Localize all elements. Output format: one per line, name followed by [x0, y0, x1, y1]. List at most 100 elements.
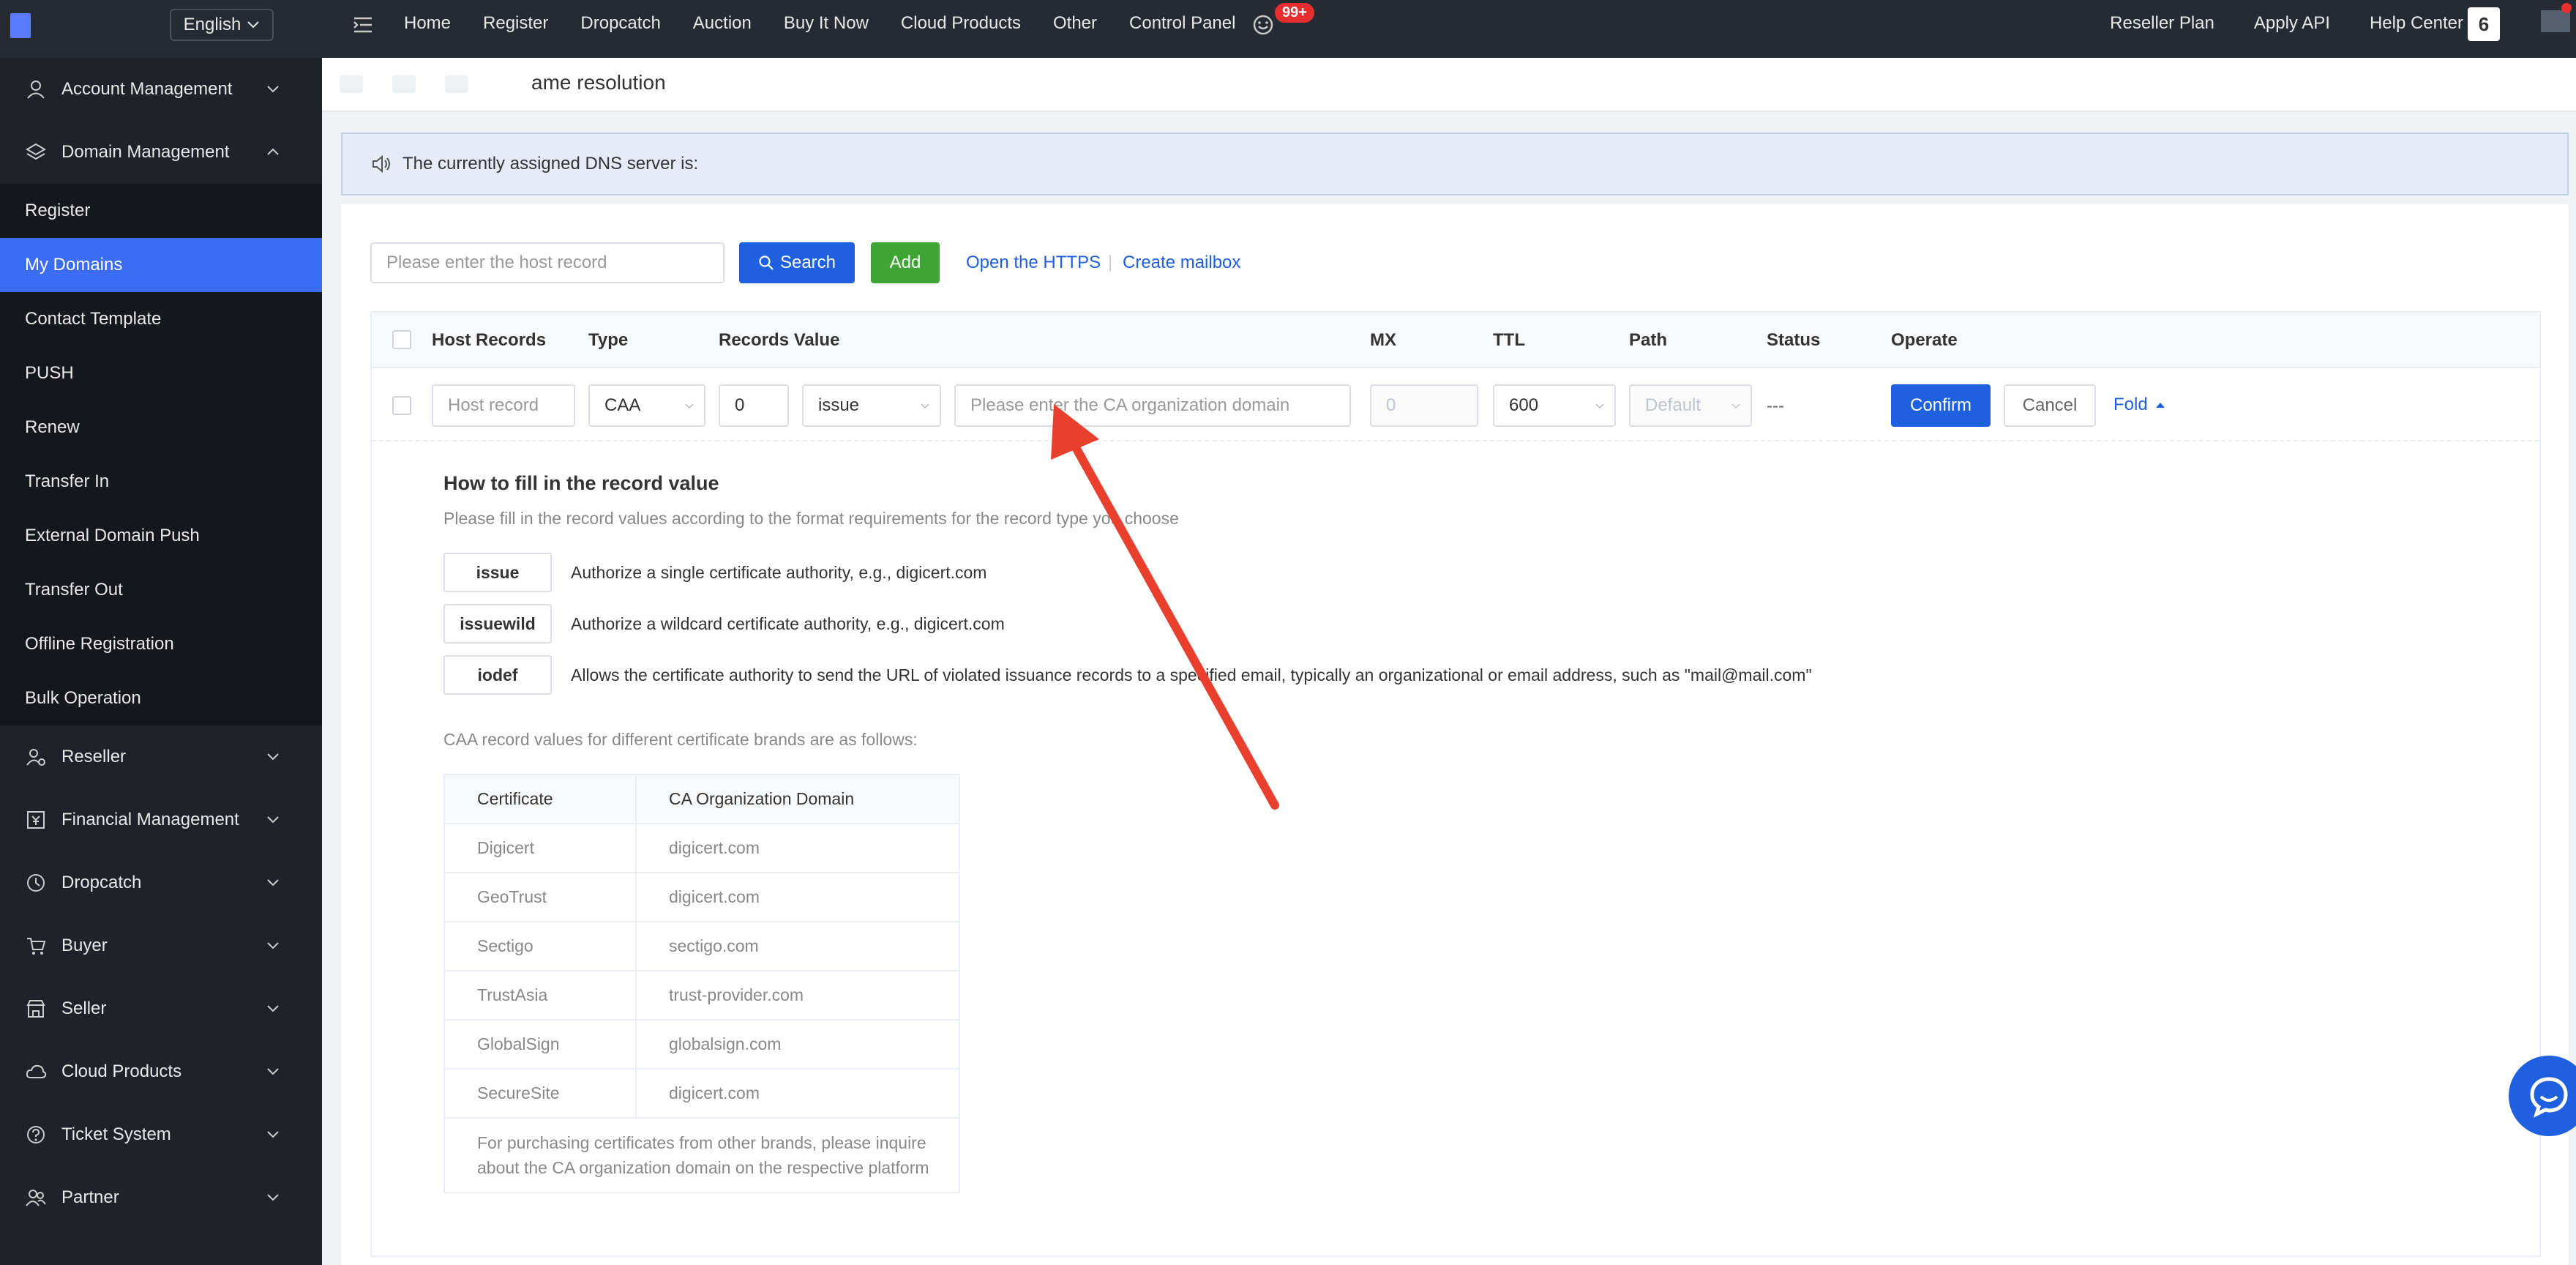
host-record-input[interactable]: Host record — [432, 384, 575, 427]
finance-icon — [25, 809, 47, 831]
brand-table-note: For purchasing certificates from other b… — [477, 1133, 929, 1177]
sidebar-group-label: Domain Management — [61, 142, 230, 162]
open-https-link[interactable]: Open the HTTPS — [966, 253, 1101, 273]
nav-register[interactable]: Register — [483, 13, 548, 34]
option-issue: issue Authorize a single certificate aut… — [443, 553, 2346, 592]
col-status: Status — [1767, 330, 1821, 350]
sidebar-group-account-management[interactable]: Account Management — [0, 58, 322, 121]
brand-name: SecureSite — [445, 1070, 637, 1117]
brand-name: Sectigo — [445, 922, 637, 970]
help-subtitle: Please fill in the record values accordi… — [443, 509, 1179, 528]
nav-auction[interactable]: Auction — [693, 13, 752, 34]
table-row: GeoTrust digicert.com — [445, 873, 959, 922]
nav-help-center[interactable]: Help Center — [2370, 13, 2463, 34]
cancel-button[interactable]: Cancel — [2004, 384, 2096, 427]
brand-domain: globalsign.com — [669, 1034, 782, 1053]
caa-flag-input[interactable]: 0 — [719, 384, 789, 427]
table-header: Host Records Type Records Value MX TTL P… — [372, 313, 2539, 368]
sidebar-group-seller[interactable]: Seller — [0, 977, 322, 1040]
col-operate: Operate — [1891, 330, 1958, 350]
main-content: ame resolution The currently assigned DN… — [322, 58, 2576, 1265]
search-button[interactable]: Search — [739, 242, 855, 283]
row-checkbox[interactable] — [392, 396, 411, 415]
create-mailbox-link[interactable]: Create mailbox — [1123, 253, 1240, 273]
caa-tag-select-value: issue — [818, 395, 860, 415]
sidebar-group-label: Financial Management — [61, 810, 239, 829]
logo[interactable] — [10, 13, 31, 38]
sidebar-group-cloud-products[interactable]: Cloud Products — [0, 1040, 322, 1103]
table-row: Digicert digicert.com — [445, 824, 959, 873]
brand-table-header: Certificate CA Organization Domain — [445, 775, 959, 824]
ttl-select-value: 600 — [1509, 395, 1539, 415]
option-desc: Authorize a single certificate authority… — [571, 563, 987, 582]
sidebar-item-renew[interactable]: Renew — [0, 400, 322, 455]
breadcrumb-blur — [445, 75, 468, 93]
sidebar-item-offline-registration[interactable]: Offline Registration — [0, 617, 322, 671]
chevron-up-icon — [267, 148, 279, 155]
brands-label: CAA record values for different certific… — [443, 730, 918, 749]
sidebar-group-buyer[interactable]: Buyer — [0, 914, 322, 977]
message-icon[interactable] — [1250, 12, 1276, 38]
col-ttl: TTL — [1493, 330, 1525, 350]
path-select[interactable]: Default — [1629, 384, 1752, 427]
domain-management-submenu: Register My Domains Contact Template PUS… — [0, 184, 322, 725]
sidebar-group-label: Seller — [61, 999, 107, 1018]
caa-tag-select[interactable]: issue — [802, 384, 941, 427]
page-title: ame resolution — [531, 71, 666, 94]
top-navbar: English Home Register Dropcatch Auction … — [0, 0, 2576, 58]
brand-header-domain: CA Organization Domain — [637, 775, 959, 823]
brand-domain: digicert.com — [669, 887, 760, 906]
help-title: How to fill in the record value — [443, 472, 719, 494]
fold-toggle[interactable]: Fold — [2113, 395, 2165, 415]
chevron-down-icon — [267, 753, 279, 761]
sidebar-item-my-domains[interactable]: My Domains — [0, 238, 322, 292]
search-icon — [759, 255, 774, 270]
sidebar-group-reseller[interactable]: Reseller — [0, 725, 322, 788]
nav-dropcatch[interactable]: Dropcatch — [580, 13, 660, 34]
sidebar-item-contact-template[interactable]: Contact Template — [0, 292, 322, 346]
brand-domain: trust-provider.com — [669, 985, 804, 1004]
brand-domain: digicert.com — [669, 1083, 760, 1102]
sidebar-group-ticket-system[interactable]: Ticket System — [0, 1103, 322, 1166]
option-issuewild: issuewild Authorize a wildcard certifica… — [443, 604, 2346, 643]
select-all-checkbox[interactable] — [392, 330, 411, 349]
sidebar-group-label: Account Management — [61, 79, 233, 99]
nav-reseller-plan[interactable]: Reseller Plan — [2110, 13, 2214, 34]
language-label: English — [183, 15, 242, 34]
type-select[interactable]: CAA — [588, 384, 705, 427]
nav-apply-api[interactable]: Apply API — [2254, 13, 2330, 34]
add-button[interactable]: Add — [871, 242, 940, 283]
sidebar-item-bulk-operation[interactable]: Bulk Operation — [0, 671, 322, 725]
sidebar-group-dropcatch[interactable]: Dropcatch — [0, 851, 322, 914]
sidebar-group-partner[interactable]: Partner — [0, 1166, 322, 1229]
records-table: Host Records Type Records Value MX TTL P… — [370, 311, 2541, 1257]
nav-buy-it-now[interactable]: Buy It Now — [784, 13, 869, 34]
sidebar-item-transfer-in[interactable]: Transfer In — [0, 455, 322, 509]
sidebar-item-external-domain-push[interactable]: External Domain Push — [0, 509, 322, 563]
nav-other[interactable]: Other — [1053, 13, 1097, 34]
sidebar-group-financial-management[interactable]: Financial Management — [0, 788, 322, 851]
chevron-down-icon — [267, 86, 279, 93]
confirm-button[interactable]: Confirm — [1891, 384, 1991, 427]
table-row: Sectigo sectigo.com — [445, 922, 959, 971]
ttl-select[interactable]: 600 — [1493, 384, 1616, 427]
breadcrumb-blur — [340, 75, 363, 93]
sidebar-item-push[interactable]: PUSH — [0, 346, 322, 400]
nav-cloud-products[interactable]: Cloud Products — [901, 13, 1021, 34]
ca-domain-input[interactable]: Please enter the CA organization domain — [954, 384, 1351, 427]
notification-badge: 99+ — [1275, 3, 1314, 23]
user-avatar[interactable]: 6 — [2468, 7, 2500, 41]
language-selector[interactable]: English — [170, 9, 274, 41]
col-type: Type — [588, 330, 629, 350]
cart-icon[interactable] — [2541, 10, 2570, 32]
breadcrumb-blur — [392, 75, 416, 93]
sidebar-item-register[interactable]: Register — [0, 184, 322, 238]
menu-toggle-icon[interactable] — [350, 12, 376, 38]
nav-home[interactable]: Home — [404, 13, 451, 34]
page-title-bar: ame resolution — [322, 58, 2576, 112]
nav-control-panel[interactable]: Control Panel — [1129, 13, 1235, 34]
sidebar-item-transfer-out[interactable]: Transfer Out — [0, 563, 322, 617]
mx-input[interactable]: 0 — [1370, 384, 1478, 427]
sidebar-group-domain-management[interactable]: Domain Management — [0, 121, 322, 184]
host-record-search-input[interactable]: Please enter the host record — [370, 242, 724, 283]
